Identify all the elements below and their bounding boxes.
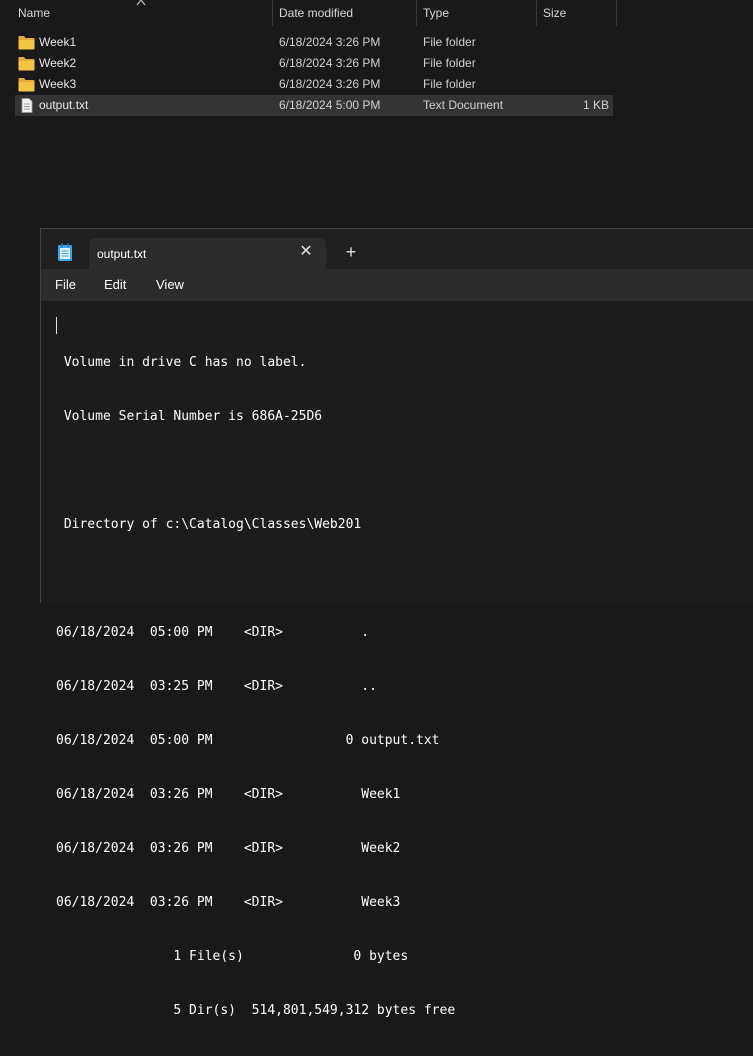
column-header-type[interactable]: Type	[417, 0, 537, 26]
column-headers: Name Date modified Type Size	[0, 0, 620, 26]
text-editor[interactable]: Volume in drive C has no label. Volume S…	[41, 301, 753, 1018]
text-line	[56, 570, 455, 588]
file-date: 6/18/2024 5:00 PM	[279, 98, 381, 112]
folder-icon	[18, 36, 35, 50]
menu-bar: File Edit View	[41, 269, 753, 301]
file-row-week2[interactable]: Week2 6/18/2024 3:26 PM File folder	[15, 53, 613, 74]
column-header-date[interactable]: Date modified	[273, 0, 417, 26]
text-line: Volume in drive C has no label.	[56, 355, 307, 370]
column-header-size[interactable]: Size	[537, 0, 617, 26]
text-line: 06/18/2024 05:00 PM <DIR> .	[56, 625, 370, 640]
text-line: 06/18/2024 03:26 PM <DIR> Week1	[56, 787, 401, 802]
menu-view[interactable]: View	[156, 277, 184, 292]
new-tab-button[interactable]: +	[342, 243, 360, 261]
file-name: Week1	[39, 35, 77, 49]
file-type: File folder	[423, 56, 476, 70]
text-line: Directory of c:\Catalog\Classes\Web201	[56, 517, 362, 532]
file-date: 6/18/2024 3:26 PM	[279, 35, 381, 49]
column-header-name-label: Name	[18, 6, 51, 20]
column-header-size-label: Size	[543, 6, 567, 20]
file-date: 6/18/2024 3:26 PM	[279, 56, 381, 70]
file-type: File folder	[423, 77, 476, 91]
folder-icon	[18, 57, 35, 71]
file-row-week1[interactable]: Week1 6/18/2024 3:26 PM File folder	[15, 32, 613, 53]
file-name: Week2	[39, 56, 77, 70]
close-icon[interactable]: ✕	[298, 244, 314, 260]
sort-ascending-icon	[136, 0, 146, 6]
text-line: Volume Serial Number is 686A-25D6	[56, 409, 323, 424]
title-bar[interactable]: output.txt ✕ +	[41, 229, 753, 269]
column-header-date-label: Date modified	[279, 6, 354, 20]
text-line: 1 File(s) 0 bytes	[56, 949, 409, 964]
notepad-window: output.txt ✕ + File Edit View Volume in …	[40, 228, 753, 1018]
notepad-icon	[58, 243, 72, 261]
file-row-output-txt[interactable]: output.txt 6/18/2024 5:00 PM Text Docume…	[15, 95, 613, 116]
text-line	[56, 462, 455, 480]
column-header-type-label: Type	[423, 6, 450, 20]
tab-output-txt[interactable]: output.txt ✕	[89, 238, 326, 269]
file-name: output.txt	[39, 98, 89, 112]
file-type: Text Document	[423, 98, 504, 112]
column-header-name[interactable]: Name	[0, 0, 273, 26]
menu-edit[interactable]: Edit	[104, 277, 126, 292]
text-line: 06/18/2024 03:26 PM <DIR> Week2	[56, 841, 401, 856]
text-file-icon	[21, 98, 33, 113]
file-date: 6/18/2024 3:26 PM	[279, 77, 381, 91]
file-type: File folder	[423, 35, 476, 49]
editor-content: Volume in drive C has no label. Volume S…	[56, 318, 455, 1056]
text-line: 06/18/2024 03:25 PM <DIR> ..	[56, 679, 377, 694]
text-line: 06/18/2024 03:26 PM <DIR> Week3	[56, 895, 401, 910]
file-name: Week3	[39, 77, 77, 91]
file-list: Week1 6/18/2024 3:26 PM File folder Week…	[15, 32, 613, 116]
tab-title: output.txt	[97, 247, 147, 261]
folder-icon	[18, 78, 35, 92]
file-size: 1 KB	[582, 98, 609, 112]
menu-file[interactable]: File	[55, 277, 76, 292]
file-row-week3[interactable]: Week3 6/18/2024 3:26 PM File folder	[15, 74, 613, 95]
text-line: 06/18/2024 05:00 PM 0 output.txt	[56, 733, 440, 748]
text-line: 5 Dir(s) 514,801,549,312 bytes free	[56, 1003, 456, 1018]
file-explorer: Name Date modified Type Size Week1 6/18/…	[0, 0, 753, 230]
